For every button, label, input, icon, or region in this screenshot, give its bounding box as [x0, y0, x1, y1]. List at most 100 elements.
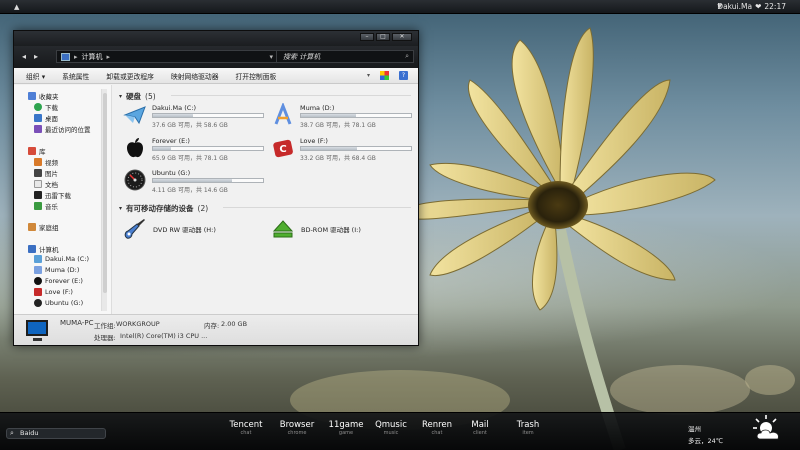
search-placeholder: 搜索 计算机	[283, 52, 321, 61]
sidebar-item-music[interactable]: 音乐	[34, 201, 58, 211]
sidebar-item-xunlei-downloads[interactable]: 迅雷下载	[34, 190, 71, 200]
window-titlebar[interactable]: – □ ✕	[14, 31, 418, 46]
dock-app-trash[interactable]: Trash item	[512, 420, 544, 436]
apple-icon	[34, 277, 42, 285]
dashboard-icon	[124, 169, 146, 191]
bottom-dock: ⌕ Baidu Tencent chat Browser chrome 11ga…	[0, 412, 800, 450]
dashboard-icon	[34, 299, 42, 307]
desktop-icon	[34, 114, 42, 122]
sidebar-item-pictures[interactable]: 图片	[34, 168, 58, 178]
pc-name: MUMA-PC	[60, 319, 94, 327]
system-properties-button[interactable]: 系统属性	[62, 71, 89, 81]
drive-usage-bar	[152, 178, 264, 183]
star-icon	[28, 92, 36, 100]
workgroup-label: 工作组:	[94, 322, 116, 330]
computer-icon	[61, 52, 70, 61]
minimize-button[interactable]: –	[360, 33, 374, 41]
maximize-button[interactable]: □	[376, 33, 390, 41]
drive-f[interactable]: C Love (F:) 33.2 GB 可用，共 68.4 GB	[271, 136, 421, 162]
uninstall-program-button[interactable]: 卸载或更改程序	[106, 71, 154, 81]
document-icon	[34, 180, 42, 188]
sidebar-item-documents[interactable]: 文档	[34, 179, 58, 189]
map-network-drive-button[interactable]: 映射网络驱动器	[171, 71, 219, 81]
username-label: Dakui.Ma	[717, 2, 753, 11]
sidebar-item-recent-places[interactable]: 最近访问的位置	[34, 124, 91, 134]
app-store-icon	[274, 103, 292, 125]
weather-widget[interactable]: 温州 多云，24℃	[688, 423, 723, 447]
red-app-icon	[34, 288, 42, 296]
scrollbar-thumb[interactable]	[103, 93, 107, 293]
search-input[interactable]: 搜索 计算机 ⌕	[276, 50, 414, 63]
group-header-hdd[interactable]: ▾ 硬盘 (5)	[119, 91, 156, 102]
menu-arrow-icon[interactable]: ▲	[14, 3, 19, 11]
dock-app-browser[interactable]: Browser chrome	[278, 420, 316, 436]
breadcrumb-chevron-icon[interactable]: ▸	[107, 53, 111, 61]
dock-app-tencent[interactable]: Tencent chat	[226, 420, 266, 436]
drive-g[interactable]: Ubuntu (G:) 4.11 GB 可用，共 14.6 GB	[123, 168, 273, 194]
sidebar-item-drive-d[interactable]: Muma (D:)	[34, 266, 79, 274]
sidebar-item-downloads[interactable]: 下载	[34, 102, 58, 112]
dvd-drive-h[interactable]: DVD RW 驱动器 (H:)	[123, 218, 216, 240]
sidebar-item-desktop[interactable]: 桌面	[34, 113, 58, 123]
bdrom-drive-i[interactable]: BD-ROM 驱动器 (I:)	[271, 218, 361, 240]
library-icon	[28, 147, 36, 155]
sidebar-item-drive-c[interactable]: Dakui.Ma (C:)	[34, 255, 89, 263]
xunlei-icon	[34, 191, 42, 199]
top-menu-bar: ▲ ▼ Dakui.Ma ❤ 22:17	[0, 0, 800, 14]
top-status-area[interactable]: Dakui.Ma ❤ 22:17	[717, 2, 786, 11]
change-view-icon[interactable]	[380, 71, 389, 80]
close-button[interactable]: ✕	[392, 33, 412, 41]
homegroup-icon	[28, 223, 36, 231]
content-pane: ▾ 硬盘 (5) Dakui.Ma (C:) 37.6 GB 可用，共 58.6…	[113, 85, 418, 315]
details-pane: MUMA-PC 工作组: WORKGROUP 内存: 2.00 GB 处理器: …	[14, 314, 418, 345]
sidebar-homegroup[interactable]: 家庭组	[28, 222, 59, 232]
apple-icon	[127, 138, 143, 158]
dock-app-qmusic[interactable]: Qmusic music	[372, 420, 410, 436]
sidebar-item-videos[interactable]: 视频	[34, 157, 58, 167]
music-icon	[34, 202, 42, 210]
sidebar-favorites[interactable]: 收藏夹	[28, 91, 59, 101]
forward-button[interactable]: ▸	[34, 52, 38, 61]
address-history-dropdown-icon[interactable]: ▾	[269, 53, 273, 61]
dock-app-renren[interactable]: Renren chat	[418, 420, 456, 436]
organize-button[interactable]: 组织 ▾	[26, 71, 45, 81]
back-button[interactable]: ◂	[22, 52, 26, 61]
app-store-icon	[34, 266, 42, 274]
sidebar-scrollbar[interactable]	[101, 89, 107, 311]
sidebar-item-drive-g[interactable]: Ubuntu (G:)	[34, 299, 83, 307]
help-icon[interactable]: ?	[399, 71, 408, 80]
search-icon[interactable]: ⌕	[405, 52, 409, 61]
dock-app-11game[interactable]: 11game game	[326, 420, 366, 436]
search-icon: ⌕	[10, 429, 14, 437]
dock-app-mail[interactable]: Mail client	[464, 420, 496, 436]
workgroup-value: WORKGROUP	[116, 320, 160, 328]
view-options-dropdown-icon[interactable]: ▾	[367, 72, 370, 79]
explorer-window[interactable]: – □ ✕ ◂ ▸ ▸ 计算机 ▸ ▾ 搜索 计算机 ⌕ 组织 ▾ 系统属性 卸…	[13, 30, 419, 346]
weather-city: 温州	[688, 425, 701, 433]
weather-condition: 多云，24℃	[688, 437, 724, 445]
sidebar-item-drive-e[interactable]: Forever (E:)	[34, 277, 83, 285]
drive-c[interactable]: Dakui.Ma (C:) 37.6 GB 可用，共 58.6 GB	[123, 103, 273, 129]
clock-label: 22:17	[764, 2, 786, 11]
address-bar[interactable]: ▸ 计算机 ▸ ▾	[56, 50, 278, 63]
sidebar-item-drive-f[interactable]: Love (F:)	[34, 288, 73, 296]
paper-plane-icon	[34, 255, 42, 263]
drive-usage-bar	[152, 113, 264, 118]
baidu-search-input[interactable]: ⌕ Baidu	[6, 428, 106, 439]
breadcrumb-computer[interactable]: 计算机	[82, 52, 103, 62]
open-control-panel-button[interactable]: 打开控制面板	[236, 71, 277, 81]
drive-e[interactable]: Forever (E:) 65.9 GB 可用，共 78.1 GB	[123, 136, 273, 162]
collapse-arrow-icon[interactable]: ▾	[119, 93, 122, 100]
address-bar-area: ◂ ▸ ▸ 计算机 ▸ ▾ 搜索 计算机 ⌕	[14, 46, 418, 68]
guitar-icon	[124, 219, 145, 239]
drive-d[interactable]: Muma (D:) 38.7 GB 可用，共 78.1 GB	[271, 103, 421, 129]
paper-plane-icon	[123, 106, 146, 125]
group-header-removable[interactable]: ▾ 有可移动存储的设备 (2)	[119, 203, 208, 214]
partly-cloudy-icon	[753, 415, 779, 440]
breadcrumb-chevron-icon[interactable]: ▸	[74, 53, 78, 61]
cpu-label: 处理器:	[94, 334, 116, 342]
group-divider	[223, 207, 411, 208]
sidebar-libraries[interactable]: 库	[28, 146, 46, 156]
collapse-arrow-icon[interactable]: ▾	[119, 205, 122, 212]
sidebar-computer[interactable]: 计算机	[28, 244, 59, 254]
